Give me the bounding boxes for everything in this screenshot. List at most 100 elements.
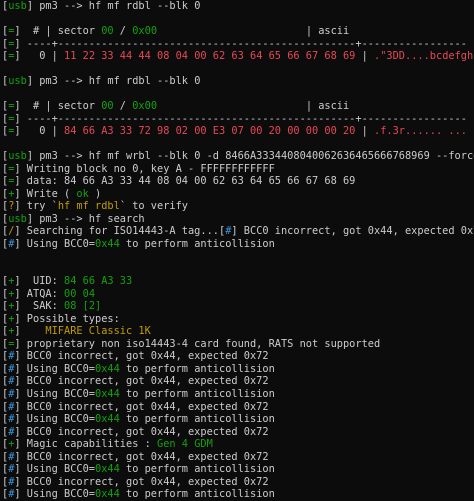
line-segment: 00 04: [64, 287, 96, 300]
line-segment: |: [355, 125, 374, 138]
line-segment: ]: [14, 325, 46, 338]
line-segment: 84 66 A3 33 72 98 02 00 E3 07 00 20 00 0…: [64, 125, 356, 138]
line-segment: MIFARE Classic 1K: [45, 325, 151, 338]
terminal-line: [#] Using BCC0=0x44 to perform anticolli…: [2, 463, 474, 476]
line-segment: |: [355, 50, 374, 63]
line-segment: ] Write (: [14, 187, 77, 200]
terminal-line: [=] ----+-------------------------------…: [2, 113, 474, 126]
terminal-line: [usb] pm3 --> hf mf rdbl --blk 0: [2, 0, 474, 13]
line-segment: ] BCC0 incorrect, got 0x44, expected 0x7…: [14, 400, 269, 413]
line-segment: ] proprietary non iso14443-4 card found,…: [14, 337, 381, 350]
line-segment: ] BCC0 incorrect, got 0x44, expected 0x7…: [14, 425, 269, 438]
line-segment: ] try `: [14, 200, 58, 213]
terminal-line: [#] Using BCC0=0x44 to perform anticolli…: [2, 488, 474, 501]
line-segment: | ascii: [157, 100, 350, 113]
line-segment: ] Using BCC0=: [14, 463, 95, 476]
line-segment: 00: [101, 100, 114, 113]
line-segment: ] 0 |: [14, 50, 65, 63]
line-segment: ] Searching for ISO14443-A tag...[: [14, 225, 226, 238]
line-segment: usb: [8, 150, 27, 163]
terminal-line: [usb] pm3 --> hf search: [2, 213, 474, 226]
line-segment: 0x44: [95, 463, 120, 476]
line-segment: Gen 4 GDM: [157, 438, 213, 451]
line-segment: ] ATQA:: [14, 287, 65, 300]
line-segment: ] 0 |: [14, 125, 65, 138]
line-segment: ."3DD....bcdefghi: [374, 50, 474, 63]
terminal-line: [/] Searching for ISO14443-A tag...[#] B…: [2, 225, 474, 238]
line-segment: ] BCC0 incorrect, got 0x44, expected 0x7…: [14, 375, 269, 388]
terminal-line: [=] # | sector 00 / 0x00 | ascii: [2, 100, 474, 113]
line-segment: | ascii: [157, 25, 350, 38]
line-segment: 08 [2]: [64, 300, 102, 313]
line-segment: ] Writing block no 0, key A - FFFFFFFFFF…: [14, 162, 275, 175]
line-segment: /: [113, 25, 133, 38]
line-segment: to perform anticollision: [119, 488, 275, 501]
line-segment: 0x44: [95, 237, 120, 250]
line-segment: ] BCC0 incorrect, got 0x44, expected 0x7…: [14, 350, 269, 363]
terminal-line: [=] # | sector 00 / 0x00 | ascii: [2, 25, 474, 38]
terminal-line: [?] try `hf mf rdbl` to verify: [2, 200, 474, 213]
line-segment: ] pm3 --> hf mf rdbl --blk 0: [26, 75, 201, 88]
line-segment: ] Using BCC0=: [14, 413, 95, 426]
line-segment: 0x44: [95, 488, 120, 501]
line-segment: 00: [101, 25, 114, 38]
line-segment: 84 66 A3 33: [64, 275, 133, 288]
terminal-line: [#] Using BCC0=0x44 to perform anticolli…: [2, 388, 474, 401]
terminal-line: [+] Write ( ok ): [2, 188, 474, 201]
line-segment: ] BCC0 incorrect, got 0x44, expected 0x7…: [14, 475, 269, 488]
terminal-line: [=] 0 | 11 22 33 44 44 08 04 00 62 63 64…: [2, 50, 474, 63]
line-segment: to perform anticollision: [119, 463, 275, 476]
terminal-line: [=] Writing block no 0, key A - FFFFFFFF…: [2, 163, 474, 176]
line-segment: ] UID:: [14, 275, 65, 288]
line-segment: ] BCC0 incorrect, got 0x44, expected 0x7…: [231, 225, 474, 238]
line-segment: usb: [8, 212, 27, 225]
line-segment: 0x00: [132, 100, 158, 113]
line-segment: ] Magic capabilities :: [14, 438, 157, 451]
terminal-line: [#] Using BCC0=0x44 to perform anticolli…: [2, 238, 474, 251]
line-segment: /: [113, 100, 133, 113]
terminal-line: [usb] pm3 --> hf mf wrbl --blk 0 -d 8466…: [2, 150, 474, 163]
line-segment: ] ----+---------------------------------…: [14, 37, 467, 50]
terminal-line: [#] BCC0 incorrect, got 0x44, expected 0…: [2, 401, 474, 414]
line-segment: ] # | sector: [14, 25, 102, 38]
terminal-line: [#] Using BCC0=0x44 to perform anticolli…: [2, 363, 474, 376]
terminal-line: [#] BCC0 incorrect, got 0x44, expected 0…: [2, 426, 474, 439]
line-segment: to perform anticollision: [119, 387, 275, 400]
line-segment: ] Using BCC0=: [14, 362, 95, 375]
line-segment: ] Using BCC0=: [14, 237, 95, 250]
terminal-line: [=] proprietary non iso14443-4 card foun…: [2, 338, 474, 351]
terminal-line: [+] SAK: 08 [2]: [2, 300, 474, 313]
terminal-line: [#] BCC0 incorrect, got 0x44, expected 0…: [2, 451, 474, 464]
line-segment: to perform anticollision: [119, 362, 275, 375]
line-segment: ] pm3 --> hf mf wrbl --blk 0 -d 8466A333…: [26, 150, 474, 163]
terminal-line: [#] Using BCC0=0x44 to perform anticolli…: [2, 413, 474, 426]
line-segment: ` to verify: [119, 200, 189, 213]
line-segment: hf mf rdbl: [57, 200, 120, 213]
line-segment: to perform anticollision: [119, 413, 275, 426]
terminal-line: [=] data: 84 66 A3 33 44 08 04 00 62 63 …: [2, 175, 474, 188]
terminal-line: [#] BCC0 incorrect, got 0x44, expected 0…: [2, 350, 474, 363]
terminal-line: [+] Magic capabilities : Gen 4 GDM: [2, 438, 474, 451]
line-segment: 11 22 33 44 44 08 04 00 62 63 64 65 66 6…: [64, 50, 356, 63]
line-segment: ] Possible types:: [14, 312, 120, 325]
line-segment: to perform anticollision: [119, 237, 275, 250]
line-segment: ] Using BCC0=: [14, 488, 95, 501]
line-segment: 0x00: [132, 25, 158, 38]
line-segment: ] data: 84 66 A3 33 44 08 04 00 62 63 64…: [14, 175, 356, 188]
terminal-output[interactable]: [usb] pm3 --> hf mf rdbl --blk 0 [=] # | …: [0, 0, 474, 501]
line-segment: ] Using BCC0=: [14, 387, 95, 400]
line-segment: ] SAK:: [14, 300, 65, 313]
line-segment: 0x44: [95, 362, 120, 375]
terminal-line: [+] Possible types:: [2, 313, 474, 326]
line-segment: ] # | sector: [14, 100, 102, 113]
terminal-line: [+] ATQA: 00 04: [2, 288, 474, 301]
line-segment: ] pm3 --> hf search: [26, 212, 145, 225]
line-segment: ): [88, 187, 102, 200]
terminal-line: [=] ----+-------------------------------…: [2, 38, 474, 51]
